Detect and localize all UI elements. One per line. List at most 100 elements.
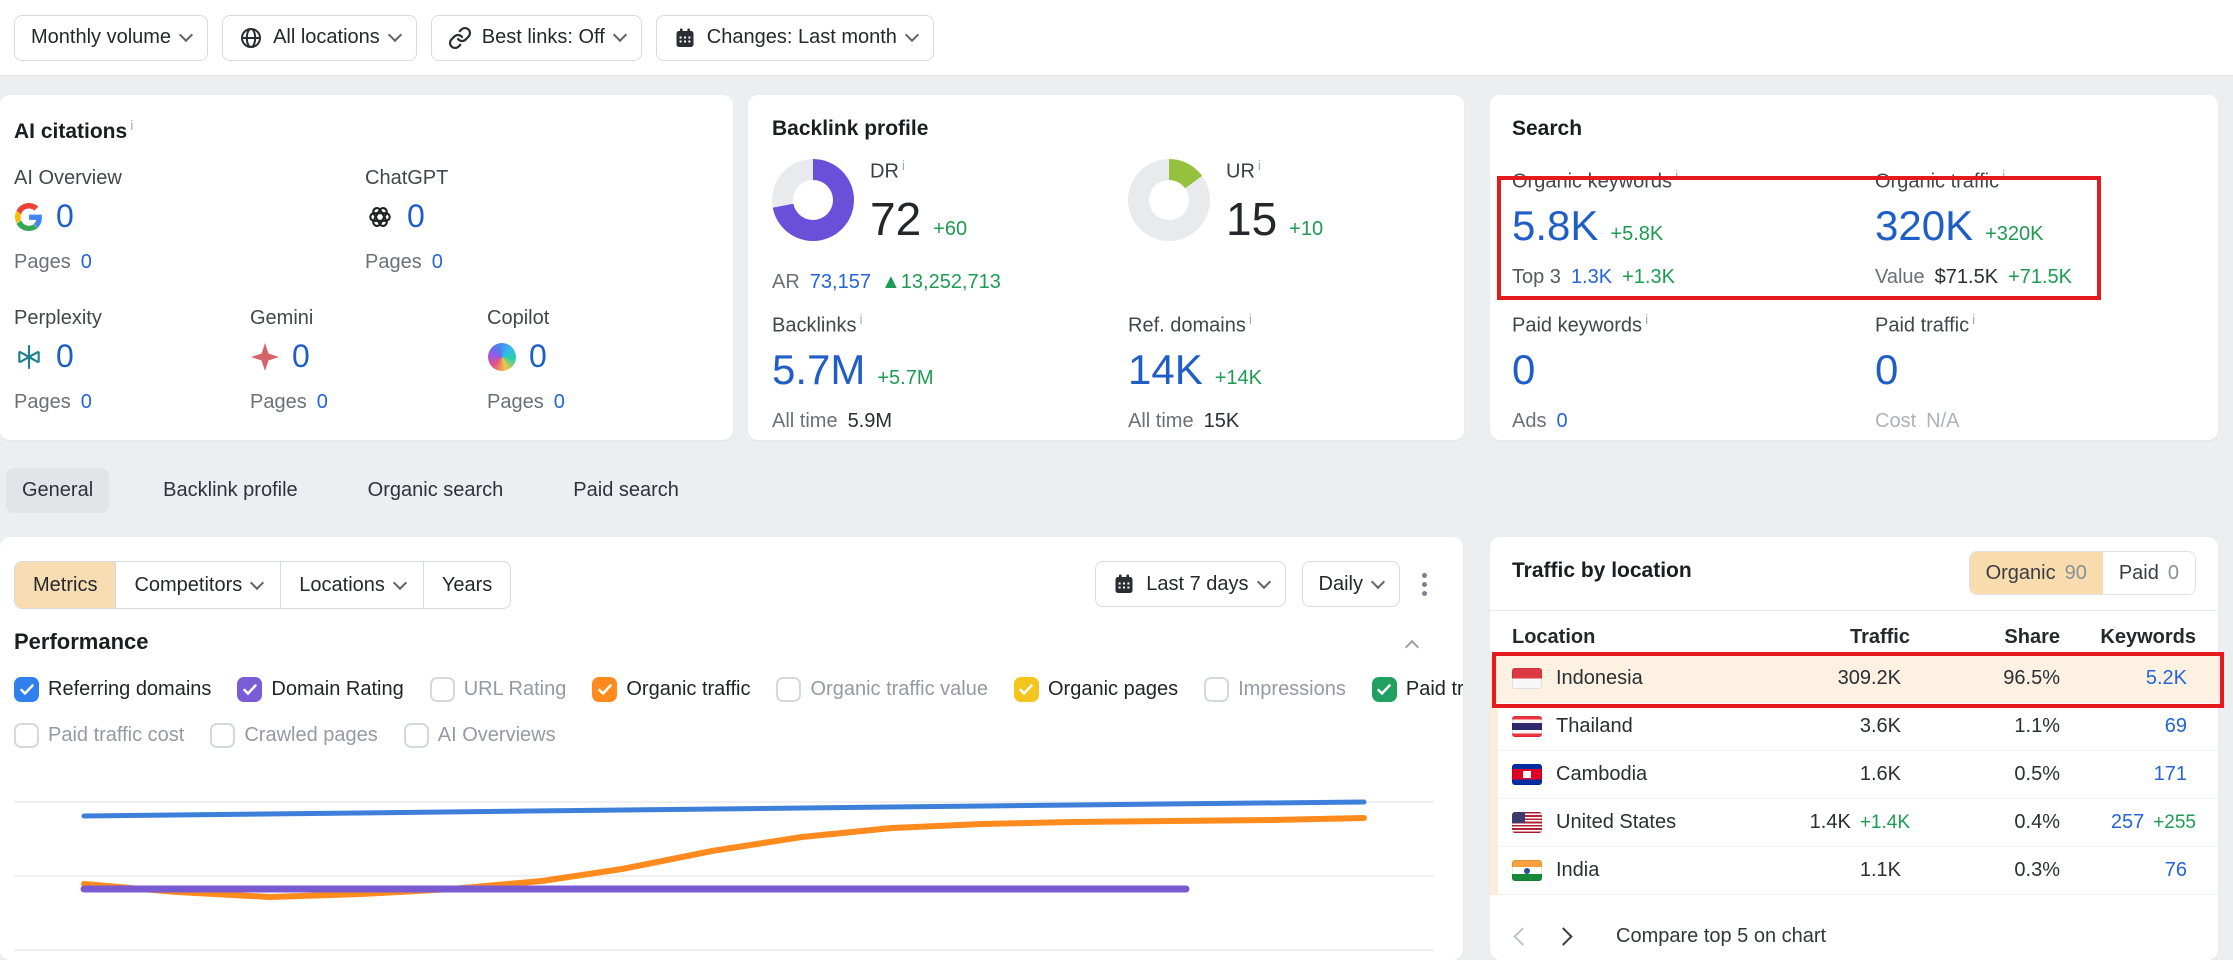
checkbox-domain-rating[interactable]: Domain Rating: [237, 677, 403, 702]
engine-value[interactable]: 0: [56, 338, 74, 375]
segment-years[interactable]: Years: [423, 562, 510, 608]
organic-paid-toggle: Organic90 Paid0: [1969, 551, 2196, 595]
best-links-dropdown[interactable]: Best links: Off: [431, 15, 642, 61]
column-traffic[interactable]: Traffic: [1740, 626, 1910, 649]
checkbox-organic-pages[interactable]: Organic pages: [1014, 677, 1178, 702]
pages-value[interactable]: 0: [554, 391, 565, 414]
segment-metrics[interactable]: Metrics: [15, 562, 115, 608]
chevron-down-icon: [393, 575, 407, 589]
keywords-link[interactable]: 171: [2154, 763, 2187, 786]
column-keywords[interactable]: Keywords: [2060, 626, 2196, 649]
checkbox-organic-traffic[interactable]: Organic traffic: [592, 677, 750, 702]
info-icon[interactable]: i: [1258, 157, 1261, 173]
info-icon[interactable]: i: [1249, 311, 1252, 327]
ref-domains-value[interactable]: 14K: [1128, 346, 1203, 394]
location-name: Indonesia: [1556, 667, 1643, 690]
organic-keywords-metric: Organic keywordsi 5.8K+5.8K Top 31.3K+1.…: [1512, 167, 1678, 289]
engine-chatgpt: ChatGPT 0 Pages0: [365, 167, 448, 274]
column-share[interactable]: Share: [1910, 626, 2060, 649]
info-icon[interactable]: i: [859, 311, 862, 327]
table-row-united-states[interactable]: United States 1.4K+1.4K 0.4% 257+255: [1490, 799, 2218, 847]
keywords-link[interactable]: 69: [2165, 715, 2187, 738]
chevron-down-icon: [179, 28, 193, 42]
checkbox-url-rating[interactable]: URL Rating: [430, 677, 567, 702]
pages-value[interactable]: 0: [432, 251, 443, 274]
info-icon[interactable]: i: [1645, 311, 1648, 327]
flag-thailand: [1512, 716, 1542, 737]
paid-traffic-value[interactable]: 0: [1875, 346, 1898, 394]
performance-chart[interactable]: [12, 789, 1442, 960]
google-icon: [14, 202, 44, 232]
info-icon[interactable]: i: [1972, 311, 1975, 327]
info-icon[interactable]: i: [2002, 167, 2005, 183]
keywords-link[interactable]: 5.2K: [2146, 667, 2187, 690]
previous-page-icon[interactable]: [1513, 927, 1531, 945]
chevron-down-icon: [250, 575, 264, 589]
checkbox-paid-traffic-cost[interactable]: Paid traffic cost: [14, 723, 184, 748]
checkbox-paid-traffic[interactable]: Paid traffic: [1372, 677, 1463, 702]
tab-organic-search[interactable]: Organic search: [352, 468, 520, 513]
pages-value[interactable]: 0: [81, 391, 92, 414]
checkbox-crawled-pages[interactable]: Crawled pages: [210, 723, 377, 748]
info-icon[interactable]: i: [1675, 167, 1678, 183]
tab-general[interactable]: General: [6, 468, 109, 513]
granularity-dropdown[interactable]: Daily: [1302, 561, 1400, 607]
monthly-volume-dropdown[interactable]: Monthly volume: [14, 15, 208, 61]
domain-overview-page: Monthly volume All locations Best links:…: [0, 0, 2233, 960]
paid-traffic-metric: Paid traffici 0 CostN/A: [1875, 311, 1975, 433]
pages-value[interactable]: 0: [317, 391, 328, 414]
table-row-cambodia[interactable]: Cambodia 1.6K 0.5% 171: [1490, 751, 2218, 799]
toggle-paid[interactable]: Paid0: [2103, 552, 2195, 594]
engine-perplexity: Perplexity 0 Pages0: [14, 307, 102, 414]
column-location[interactable]: Location: [1512, 626, 1740, 649]
collapse-section-button[interactable]: [1407, 637, 1417, 657]
tab-paid-search[interactable]: Paid search: [557, 468, 695, 513]
engine-value[interactable]: 0: [529, 338, 547, 375]
flag-india: [1512, 860, 1542, 881]
ads-value[interactable]: 0: [1556, 410, 1567, 433]
checkbox-impressions[interactable]: Impressions: [1204, 677, 1346, 702]
organic-traffic-value[interactable]: 320K: [1875, 202, 1973, 250]
tab-backlink-profile[interactable]: Backlink profile: [147, 468, 314, 513]
location-name: Thailand: [1556, 715, 1633, 738]
checkbox-ai-overviews[interactable]: AI Overviews: [404, 723, 556, 748]
date-range-dropdown[interactable]: Last 7 days: [1095, 561, 1285, 607]
ar-value[interactable]: 73,157: [810, 271, 871, 294]
traffic-value-usd: $71.5K: [1935, 266, 1998, 289]
engine-value[interactable]: 0: [292, 338, 310, 375]
table-row-indonesia[interactable]: Indonesia 309.2K 96.5% 5.2K: [1490, 655, 2218, 703]
checkbox-organic-traffic-value[interactable]: Organic traffic value: [776, 677, 988, 702]
next-page-icon[interactable]: [1554, 927, 1572, 945]
locations-label: All locations: [273, 26, 380, 49]
info-icon[interactable]: i: [130, 117, 133, 133]
toggle-organic[interactable]: Organic90: [1970, 552, 2103, 594]
more-options-icon[interactable]: [1416, 567, 1433, 602]
changes-label: Changes: Last month: [707, 26, 897, 49]
chevron-down-icon: [1371, 574, 1385, 588]
chevron-down-icon: [388, 28, 402, 42]
checkbox-referring-domains[interactable]: Referring domains: [14, 677, 211, 702]
paid-keywords-value[interactable]: 0: [1512, 346, 1535, 394]
changes-dropdown[interactable]: Changes: Last month: [656, 15, 934, 61]
table-row-thailand[interactable]: Thailand 3.6K 1.1% 69: [1490, 703, 2218, 751]
pages-value[interactable]: 0: [81, 251, 92, 274]
locations-dropdown[interactable]: All locations: [222, 15, 417, 61]
engine-value[interactable]: 0: [407, 198, 425, 235]
keywords-link[interactable]: 76: [2165, 859, 2187, 882]
table-row-india[interactable]: India 1.1K 0.3% 76: [1490, 847, 2218, 895]
segment-competitors[interactable]: Competitors: [115, 562, 280, 608]
ur-metric: URi 15+10: [1226, 157, 1323, 246]
backlinks-metric: Backlinksi 5.7M+5.7M All time5.9M: [772, 311, 934, 433]
date-range-label: Last 7 days: [1146, 573, 1248, 596]
engine-name: Copilot: [487, 307, 565, 330]
compare-top5-link[interactable]: Compare top 5 on chart: [1616, 925, 1826, 948]
keywords-link[interactable]: 257: [2111, 811, 2144, 834]
flag-indonesia: [1512, 668, 1542, 689]
backlinks-value[interactable]: 5.7M: [772, 346, 865, 394]
top3-value[interactable]: 1.3K: [1571, 266, 1612, 289]
engine-value[interactable]: 0: [56, 198, 74, 235]
ur-value: 15: [1226, 192, 1277, 246]
info-icon[interactable]: i: [902, 157, 905, 173]
segment-locations[interactable]: Locations: [280, 562, 423, 608]
organic-keywords-value[interactable]: 5.8K: [1512, 202, 1598, 250]
